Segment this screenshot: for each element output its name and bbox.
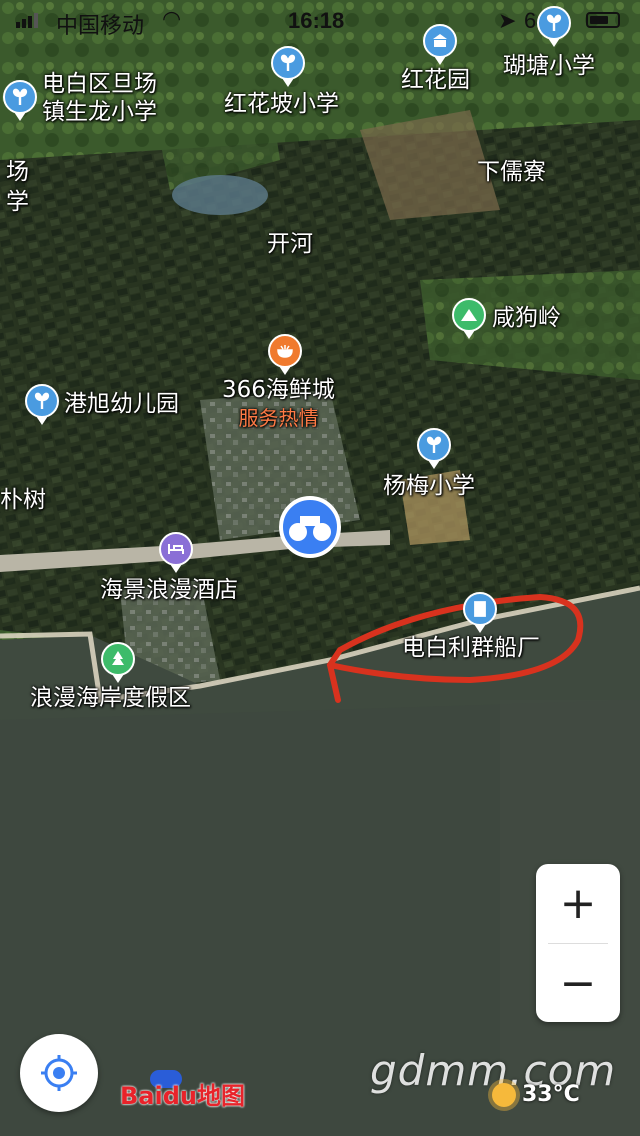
place-partial-pushu[interactable]: 朴树 bbox=[0, 486, 46, 514]
school-pin-icon[interactable] bbox=[271, 46, 305, 87]
carrier-name: 中国移动 bbox=[56, 13, 145, 38]
zoom-control: + − bbox=[536, 864, 620, 1022]
weather-widget[interactable]: 33°C bbox=[492, 1082, 580, 1107]
signal-icon bbox=[16, 13, 38, 28]
place-yangmei-school[interactable]: 杨梅小学 bbox=[383, 472, 475, 500]
school-pin-icon[interactable] bbox=[537, 6, 571, 47]
building-pin-icon[interactable] bbox=[463, 592, 497, 633]
place-366-seafood[interactable]: 366海鲜城 服务热情 bbox=[222, 376, 335, 432]
place-hutang-school[interactable]: 瑚塘小学 bbox=[503, 52, 595, 80]
crosshair-icon bbox=[41, 1055, 77, 1091]
place-xiaruliao[interactable]: 下儒寮 bbox=[477, 158, 546, 186]
hotel-pin-icon[interactable] bbox=[159, 532, 193, 573]
place-366-seafood-tagline: 服务热情 bbox=[238, 406, 319, 430]
place-gangxu-kindergarten[interactable]: 港旭幼儿园 bbox=[64, 390, 179, 418]
school-pin-icon[interactable] bbox=[25, 384, 59, 425]
place-partial-xue[interactable]: 学 bbox=[6, 188, 29, 216]
restaurant-pin-icon[interactable] bbox=[268, 334, 302, 375]
park-pin-icon[interactable] bbox=[101, 642, 135, 683]
clock: 16:18 bbox=[288, 8, 345, 33]
place-honghuayuan[interactable]: 红花园 bbox=[401, 66, 470, 94]
place-shengchang-school[interactable]: 电白区旦场 镇生龙小学 bbox=[42, 70, 157, 126]
wifi-icon: ◠ bbox=[162, 6, 182, 31]
school-pin-icon[interactable] bbox=[3, 80, 37, 121]
place-kaihe[interactable]: 开河 bbox=[267, 230, 313, 258]
binoculars-marker[interactable] bbox=[279, 496, 341, 558]
sun-icon bbox=[492, 1082, 516, 1107]
place-liqun-shipyard[interactable]: 电白利群船厂 bbox=[402, 634, 540, 662]
temperature: 33°C bbox=[522, 1082, 580, 1107]
zoom-in-button[interactable]: + bbox=[536, 864, 620, 943]
building-pin-icon[interactable] bbox=[423, 24, 457, 65]
battery-icon bbox=[586, 12, 620, 28]
place-langman-resort[interactable]: 浪漫海岸度假区 bbox=[30, 684, 191, 712]
place-xiangouling[interactable]: 咸狗岭 bbox=[492, 304, 561, 332]
mountain-pin-icon[interactable] bbox=[452, 298, 486, 339]
place-honghuapo-school[interactable]: 红花坡小学 bbox=[224, 90, 339, 118]
place-partial-chang[interactable]: 场 bbox=[6, 158, 29, 186]
place-haijing-hotel[interactable]: 海景浪漫酒店 bbox=[100, 576, 238, 604]
school-pin-icon[interactable] bbox=[417, 428, 451, 469]
baidu-map-logo: Baidu地图 bbox=[120, 1070, 245, 1111]
location-arrow-icon: ➤ bbox=[498, 8, 517, 33]
locate-button[interactable] bbox=[20, 1034, 98, 1112]
zoom-out-button[interactable]: − bbox=[536, 944, 620, 1023]
